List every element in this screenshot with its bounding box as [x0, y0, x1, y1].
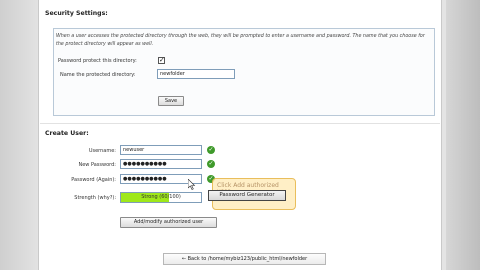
password-again-label: Password (Again): — [71, 177, 116, 183]
cursor-icon — [188, 179, 196, 190]
protect-directory-label: Password protect this directory: — [58, 58, 137, 64]
add-authorized-user-button[interactable]: Add/modify authorized user — [120, 217, 217, 228]
right-background — [446, 0, 480, 270]
protect-directory-checkbox[interactable]: ✓ — [158, 56, 165, 64]
directory-name-label: Name the protected directory: — [60, 72, 136, 78]
strength-text: Strong (60/100) — [141, 194, 181, 200]
create-user-title: Create User: — [45, 130, 89, 137]
password-generator-button[interactable]: Password Generator — [208, 190, 286, 201]
password-ok-icon: ✓ — [207, 160, 215, 168]
username-ok-icon: ✓ — [207, 146, 215, 154]
new-password-label: New Password: — [78, 162, 116, 168]
new-password-input[interactable]: ●●●●●●●●●● — [120, 159, 202, 169]
section-divider — [40, 123, 440, 124]
directory-name-input[interactable]: newfolder — [157, 69, 235, 79]
save-button[interactable]: Save — [158, 96, 184, 106]
strength-label-row: Strength (why?): — [74, 195, 116, 201]
strength-label: Strength — [74, 195, 96, 201]
security-settings-title: Security Settings: — [45, 10, 108, 17]
left-background — [0, 0, 38, 270]
strength-help-link[interactable]: (why?) — [98, 195, 115, 201]
strength-meter: Strong (60/100) — [120, 192, 202, 203]
username-label: Username: — [88, 148, 116, 154]
security-description: When a user accesses the protected direc… — [56, 34, 425, 47]
check-icon: ✓ — [159, 56, 165, 64]
back-link[interactable]: ← Back to /home/mybiz123/public_html/new… — [163, 253, 326, 265]
username-input[interactable]: newuser — [120, 145, 202, 155]
